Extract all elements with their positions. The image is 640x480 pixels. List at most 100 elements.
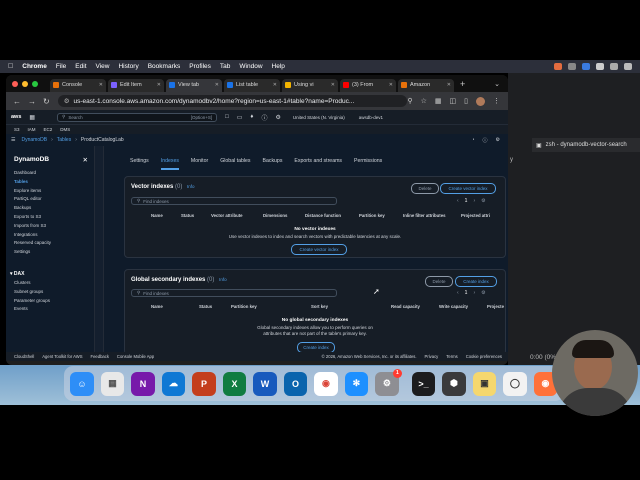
sidebar-item-tables[interactable]: Tables	[14, 178, 94, 187]
privacy-link[interactable]: Privacy	[425, 354, 439, 359]
col-partition-key[interactable]: Partition key	[359, 213, 403, 218]
sidebar-item-settings[interactable]: Settings	[14, 248, 94, 257]
menu-tab[interactable]: Tab	[220, 63, 230, 70]
powerpoint-icon[interactable]: P	[192, 371, 216, 396]
profile-avatar[interactable]	[476, 96, 485, 106]
region-selector[interactable]: United States (N. Virginia)	[293, 115, 345, 120]
page-number[interactable]: 1	[465, 290, 468, 296]
close-tab-icon[interactable]: ✕	[157, 82, 161, 88]
col-dimensions[interactable]: Dimensions	[263, 213, 305, 218]
info-link[interactable]: Info	[219, 277, 227, 282]
col-status[interactable]: Status	[181, 213, 211, 218]
col-vector-attribute[interactable]: Vector attribute	[211, 213, 263, 218]
sidebar-item-clusters[interactable]: Clusters	[14, 279, 94, 288]
forward-icon[interactable]: →	[28, 97, 36, 106]
col-partition-key[interactable]: Partition key	[231, 304, 311, 309]
tab-indexes[interactable]: Indexes	[160, 158, 179, 170]
col-projected[interactable]: Projecte	[487, 304, 504, 309]
control-center-icon[interactable]	[624, 63, 632, 70]
browser-tab[interactable]: Console ✕	[50, 78, 106, 92]
browser-tab[interactable]: Edit Item ✕	[108, 78, 164, 92]
breadcrumb-tables[interactable]: Tables	[57, 137, 71, 143]
finder-icon[interactable]: ☺	[70, 371, 94, 396]
tab-permissions[interactable]: Permissions	[354, 158, 382, 170]
close-tab-icon[interactable]: ✕	[389, 82, 393, 88]
sidebar-item-imports[interactable]: Imports from S3	[14, 222, 94, 231]
create-index-button[interactable]: Create index	[455, 276, 497, 287]
zoom-icon[interactable]: ⚲	[407, 97, 412, 105]
browser-tab-active[interactable]: View tab ✕	[166, 78, 222, 92]
col-name[interactable]: Name	[151, 304, 199, 309]
word-icon[interactable]: W	[253, 371, 277, 396]
fav-s3[interactable]: S3	[14, 127, 20, 132]
site-info-icon[interactable]: ⚙	[64, 97, 70, 105]
excel-icon[interactable]: X	[222, 371, 247, 396]
safari-icon[interactable]: ✻	[344, 371, 369, 396]
create-vector-index-button[interactable]: Create vector index	[440, 183, 496, 194]
status-menu-icon[interactable]	[568, 63, 576, 70]
col-inline-filter[interactable]: Inline filter attributes	[403, 213, 461, 218]
sidebar-item-explore-items[interactable]: Explore items	[14, 187, 94, 196]
terms-link[interactable]: Terms	[446, 354, 457, 359]
notification-icon[interactable]: ◔	[471, 137, 474, 143]
tab-settings[interactable]: Settings	[130, 158, 149, 170]
sidebar-item-exports[interactable]: Exports to S3	[14, 213, 94, 222]
outlook-icon[interactable]: O	[283, 371, 308, 396]
breadcrumb-dynamodb[interactable]: DynamoDB	[21, 137, 47, 143]
aws-logo[interactable]: aws	[11, 114, 21, 120]
agent-toolkit-link[interactable]: Agent Toolkit for AWS	[42, 354, 82, 359]
close-window-icon[interactable]	[12, 80, 18, 87]
terminal-tab[interactable]: ▣ zsh - dynamodb-vector-search	[532, 138, 640, 152]
next-page-icon[interactable]: ›	[473, 198, 475, 204]
close-tab-icon[interactable]: ✕	[99, 82, 103, 88]
reload-icon[interactable]: ↻	[43, 97, 50, 106]
collapse-sidebar-icon[interactable]: ✕	[83, 156, 88, 164]
prev-page-icon[interactable]: ‹	[457, 290, 459, 296]
tab-exports-streams[interactable]: Exports and streams	[294, 158, 342, 170]
chrome-icon[interactable]: ◉	[314, 371, 338, 396]
menu-window[interactable]: Window	[239, 63, 262, 70]
sidebar-item-integrations[interactable]: Integrations	[14, 231, 94, 240]
menu-toggle-icon[interactable]: ☰	[11, 137, 15, 143]
sidebar-item-subnet-groups[interactable]: Subnet groups	[14, 288, 94, 297]
col-sort-key[interactable]: Sort key	[311, 304, 391, 309]
page-number[interactable]: 1	[465, 198, 468, 204]
col-write-capacity[interactable]: Write capacity	[439, 304, 487, 309]
close-tab-icon[interactable]: ✕	[447, 82, 451, 88]
close-tab-icon[interactable]: ✕	[331, 82, 335, 88]
sidebar-item-dashboard[interactable]: Dashboard	[14, 169, 94, 178]
terminal-icon[interactable]: >_	[411, 371, 436, 396]
mobile-app-link[interactable]: Console Mobile App	[117, 354, 154, 359]
notes-app-icon[interactable]: ▣	[472, 371, 497, 396]
cube-app-icon[interactable]: ⬢	[442, 371, 466, 396]
col-status[interactable]: Status	[199, 304, 231, 309]
menu-file[interactable]: File	[56, 63, 66, 70]
address-bar[interactable]: ⚙ us-east-1.console.aws.amazon.com/dynam…	[57, 95, 408, 107]
onedrive-icon[interactable]: ☁	[161, 371, 186, 396]
notifications-icon[interactable]: ♦	[250, 114, 253, 120]
feedback-link[interactable]: Feedback	[91, 354, 109, 359]
vector-find-input[interactable]: ⚲ Find indexes	[131, 197, 337, 205]
settings-icon[interactable]: ⚙	[275, 114, 280, 121]
account-menu[interactable]: awsdb-dev1	[359, 115, 383, 120]
sidebar-item-events[interactable]: Events	[14, 305, 94, 314]
tab-search-icon[interactable]: ⌄	[494, 80, 500, 88]
extensions-icon[interactable]: ◫	[450, 97, 457, 105]
fav-ec2[interactable]: EC2	[44, 127, 53, 132]
next-page-icon[interactable]: ›	[473, 290, 475, 296]
settings-gear-icon[interactable]: ⚙	[496, 137, 500, 143]
gsi-find-input[interactable]: ⚲ Find indexes	[131, 289, 337, 297]
keychain-icon[interactable]: ◯	[503, 371, 527, 396]
create-vector-index-empty-button[interactable]: Create vector index	[291, 244, 347, 255]
menu-profiles[interactable]: Profiles	[189, 63, 211, 70]
cloudshell-link[interactable]: CloudShell	[14, 354, 34, 359]
apple-icon[interactable]: 	[8, 63, 13, 70]
sidebar-item-reserved-capacity[interactable]: Reserved capacity	[14, 239, 94, 248]
cloudshell-icon[interactable]: ▭	[237, 114, 243, 121]
battery-icon[interactable]	[596, 63, 604, 70]
extension-icon[interactable]: ▦	[435, 97, 442, 105]
preferences-gear-icon[interactable]: ⚙	[481, 290, 485, 296]
fav-dms[interactable]: DMS	[60, 127, 70, 132]
tab-global-tables[interactable]: Global tables	[220, 158, 250, 170]
status-toolbox-icon[interactable]	[582, 63, 590, 70]
